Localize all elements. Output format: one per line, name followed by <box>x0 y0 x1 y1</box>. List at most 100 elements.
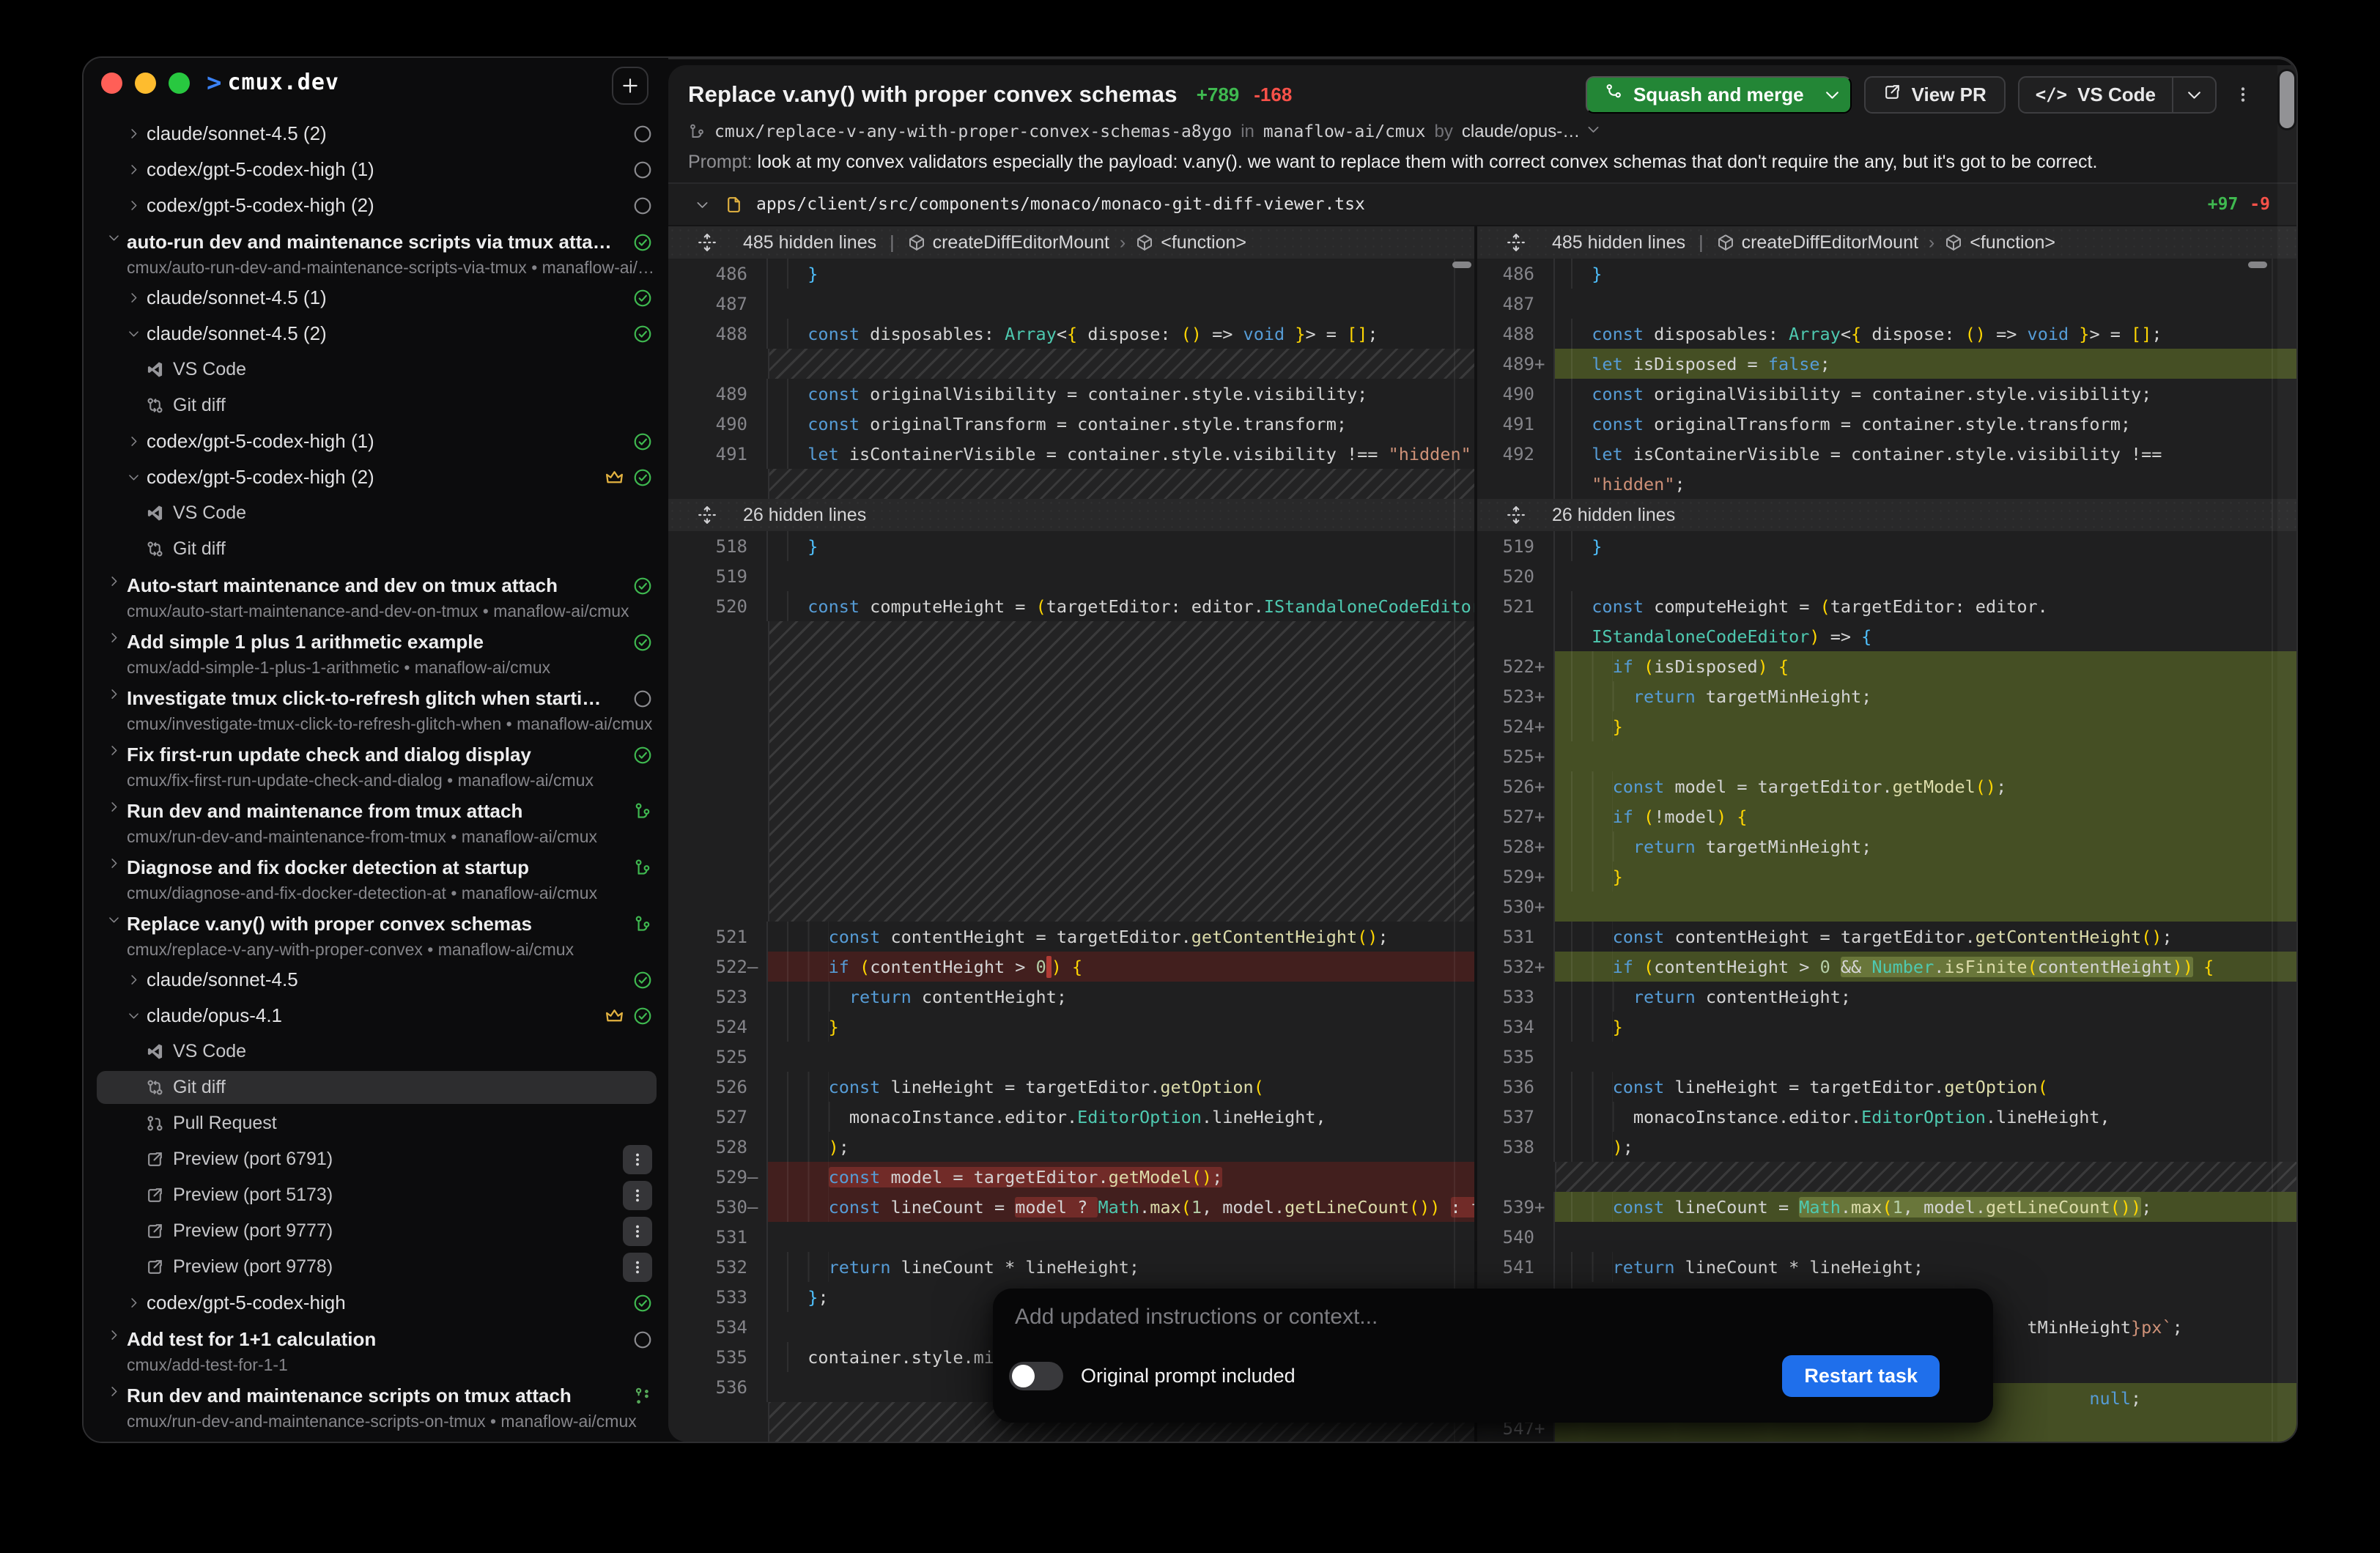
agent-branch-row[interactable]: codex/gpt-5-codex-high (1) <box>84 152 668 188</box>
diff-line[interactable]: 519 <box>668 561 1474 591</box>
diff-line[interactable]: 522—if (contentHeight > 0) { <box>668 952 1474 982</box>
squash-and-merge-button[interactable]: Squash and merge <box>1586 76 1852 114</box>
modified-scrollbar-thumb[interactable] <box>2248 262 2267 268</box>
new-task-button[interactable] <box>612 67 648 105</box>
original-prompt-toggle[interactable] <box>1009 1362 1063 1390</box>
diff-line[interactable]: 527+if (!model) { <box>1477 801 2296 831</box>
diff-line[interactable]: 492let isContainerVisible = container.st… <box>1477 439 2296 469</box>
traffic-light-zoom[interactable] <box>169 73 190 94</box>
diff-line[interactable]: 487 <box>668 289 1474 319</box>
diff-line[interactable]: 532+if (contentHeight > 0 && Number.isFi… <box>1477 952 2296 982</box>
agent-branch-row[interactable]: codex/gpt-5-codex-high (2) <box>84 188 668 223</box>
diff-line[interactable]: 528+return targetMinHeight; <box>1477 831 2296 861</box>
hidden-lines-bar[interactable]: 26 hidden lines <box>668 499 1474 531</box>
diff-line[interactable]: 536const lineHeight = targetEditor.getOp… <box>1477 1072 2296 1102</box>
task-row[interactable]: Add test for 1+1 calculationcmux/add-tes… <box>84 1321 668 1377</box>
diff-line[interactable]: 490const originalVisibility = container.… <box>1477 379 2296 409</box>
preview-link-row[interactable]: Preview (port 6791) <box>84 1141 668 1177</box>
diff-line[interactable]: 490const originalTransform = container.s… <box>668 409 1474 439</box>
diff-line[interactable]: 524+} <box>1477 711 2296 741</box>
diff-line[interactable]: 533return contentHeight; <box>1477 982 2296 1012</box>
hidden-lines-bar[interactable]: 485 hidden lines|createDiffEditorMount›<… <box>1477 226 2296 259</box>
diff-line[interactable]: 531 <box>668 1222 1474 1252</box>
git-diff-row[interactable]: Git diff <box>84 1070 668 1105</box>
vs-code-row[interactable]: VS Code <box>84 495 668 531</box>
diff-line[interactable]: 535 <box>1477 1042 2296 1072</box>
diff-line[interactable]: 487 <box>1477 289 2296 319</box>
pull-request-row[interactable]: Pull Request <box>84 1105 668 1141</box>
diff-line[interactable]: 527monacoInstance.editor.EditorOption.li… <box>668 1102 1474 1132</box>
original-scrollbar-thumb[interactable] <box>1452 262 1471 268</box>
agent-branch-row[interactable]: claude/sonnet-4.5 (2) <box>84 316 668 352</box>
diff-line[interactable]: 525 <box>668 1042 1474 1072</box>
task-row[interactable]: Fix first-run update check and dialog di… <box>84 736 668 793</box>
diff-line[interactable]: 530—const lineCount = model ? Math.max(1… <box>668 1192 1474 1222</box>
unfold-icon[interactable] <box>1507 233 1526 252</box>
diff-line[interactable]: 539+const lineCount = Math.max(1, model.… <box>1477 1192 2296 1222</box>
diff-line[interactable]: "hidden"; <box>1477 469 2296 499</box>
hidden-lines-bar[interactable]: 26 hidden lines <box>1477 499 2296 531</box>
diff-line[interactable]: 530+ <box>1477 892 2296 922</box>
agent-branch-row[interactable]: codex/gpt-5-codex-high <box>84 1285 668 1321</box>
diff-line[interactable]: 523return contentHeight; <box>668 982 1474 1012</box>
diff-line[interactable]: 523+return targetMinHeight; <box>1477 681 2296 711</box>
more-options-button[interactable] <box>2229 85 2257 104</box>
diff-line[interactable]: 532return lineCount * lineHeight; <box>668 1252 1474 1282</box>
diff-line[interactable]: 526const lineHeight = targetEditor.getOp… <box>668 1072 1474 1102</box>
view-pr-button[interactable]: View PR <box>1864 76 2006 114</box>
hidden-lines-bar[interactable]: 485 hidden lines|createDiffEditorMount›<… <box>668 226 1474 259</box>
task-row[interactable]: Replace v.any() with proper convex schem… <box>84 905 668 962</box>
diff-line[interactable]: 522+if (isDisposed) { <box>1477 651 2296 681</box>
preview-link-row[interactable]: Preview (port 9777) <box>84 1213 668 1249</box>
diff-line[interactable]: 534} <box>1477 1012 2296 1042</box>
diff-line[interactable]: 520const computeHeight = (targetEditor: … <box>668 591 1474 621</box>
diff-line[interactable]: 531const contentHeight = targetEditor.ge… <box>1477 922 2296 952</box>
breadcrumb-symbol[interactable]: createDiffEditorMount <box>1742 232 1918 253</box>
unfold-icon[interactable] <box>698 233 717 252</box>
app-scrollbar-thumb[interactable] <box>2280 71 2294 128</box>
composer-input[interactable]: Add updated instructions or context... <box>1015 1305 1378 1330</box>
diff-line[interactable]: 519} <box>1477 531 2296 561</box>
diff-line[interactable]: 488const disposables: Array<{ dispose: (… <box>1477 319 2296 349</box>
traffic-light-minimize[interactable] <box>135 73 156 94</box>
diff-line[interactable]: 488const disposables: Array<{ dispose: (… <box>668 319 1474 349</box>
agent-name[interactable]: claude/opus-… <box>1462 122 1580 142</box>
git-diff-row[interactable]: Git diff <box>84 388 668 423</box>
diff-line[interactable]: 524} <box>668 1012 1474 1042</box>
agent-branch-row[interactable]: claude/sonnet-4.5 (2) <box>84 116 668 152</box>
diff-line[interactable]: 520 <box>1477 561 2296 591</box>
diff-line[interactable]: 489const originalVisibility = container.… <box>668 379 1474 409</box>
preview-link-row[interactable]: Preview (port 5173) <box>84 1177 668 1213</box>
vs-code-row[interactable]: VS Code <box>84 352 668 388</box>
vscode-split-button[interactable]: </> VS Code <box>2018 76 2217 114</box>
diff-line[interactable]: 538); <box>1477 1132 2296 1162</box>
branch-name[interactable]: cmux/replace-v-any-with-proper-convex-sc… <box>714 122 1232 141</box>
preview-menu-button[interactable] <box>623 1181 652 1210</box>
task-row[interactable]: Investigate tmux click-to-refresh glitch… <box>84 680 668 736</box>
preview-menu-button[interactable] <box>623 1253 652 1282</box>
agent-branch-row[interactable]: claude/opus-4.1 <box>84 998 668 1034</box>
preview-menu-button[interactable] <box>623 1217 652 1246</box>
file-header[interactable]: apps/client/src/components/monaco/monaco… <box>668 182 2296 226</box>
vs-code-row[interactable]: VS Code <box>84 1034 668 1070</box>
diff-line[interactable]: 521const contentHeight = targetEditor.ge… <box>668 922 1474 952</box>
preview-link-row[interactable]: Preview (port 9778) <box>84 1249 668 1285</box>
task-row[interactable]: Add simple 1 plus 1 arithmetic examplecm… <box>84 623 668 680</box>
task-row[interactable]: Diagnose and fix docker detection at sta… <box>84 849 668 905</box>
agent-branch-row[interactable]: codex/gpt-5-codex-high (2) <box>84 459 668 495</box>
task-row[interactable]: Run dev and maintenance from tmux attach… <box>84 793 668 849</box>
task-row[interactable]: Run dev and maintenance scripts on tmux … <box>84 1377 668 1434</box>
diff-line[interactable]: 486} <box>668 259 1474 289</box>
diff-line[interactable]: 489+let isDisposed = false; <box>1477 349 2296 379</box>
agent-branch-row[interactable]: codex/gpt-5-codex-high (1) <box>84 423 668 459</box>
breadcrumb-symbol[interactable]: <function> <box>1161 232 1246 253</box>
restart-task-button[interactable]: Restart task <box>1782 1355 1940 1397</box>
diff-line[interactable]: 529—const model = targetEditor.getModel(… <box>668 1162 1474 1192</box>
file-collapse-chevron-icon[interactable] <box>695 197 710 212</box>
diff-line[interactable]: 526+const model = targetEditor.getModel(… <box>1477 771 2296 801</box>
traffic-light-close[interactable] <box>101 73 122 94</box>
preview-menu-button[interactable] <box>623 1145 652 1174</box>
agent-branch-row[interactable]: claude/sonnet-4.5 <box>84 962 668 998</box>
diff-line[interactable]: 537monacoInstance.editor.EditorOption.li… <box>1477 1102 2296 1132</box>
task-row[interactable]: Auto-start maintenance and dev on tmux a… <box>84 567 668 623</box>
